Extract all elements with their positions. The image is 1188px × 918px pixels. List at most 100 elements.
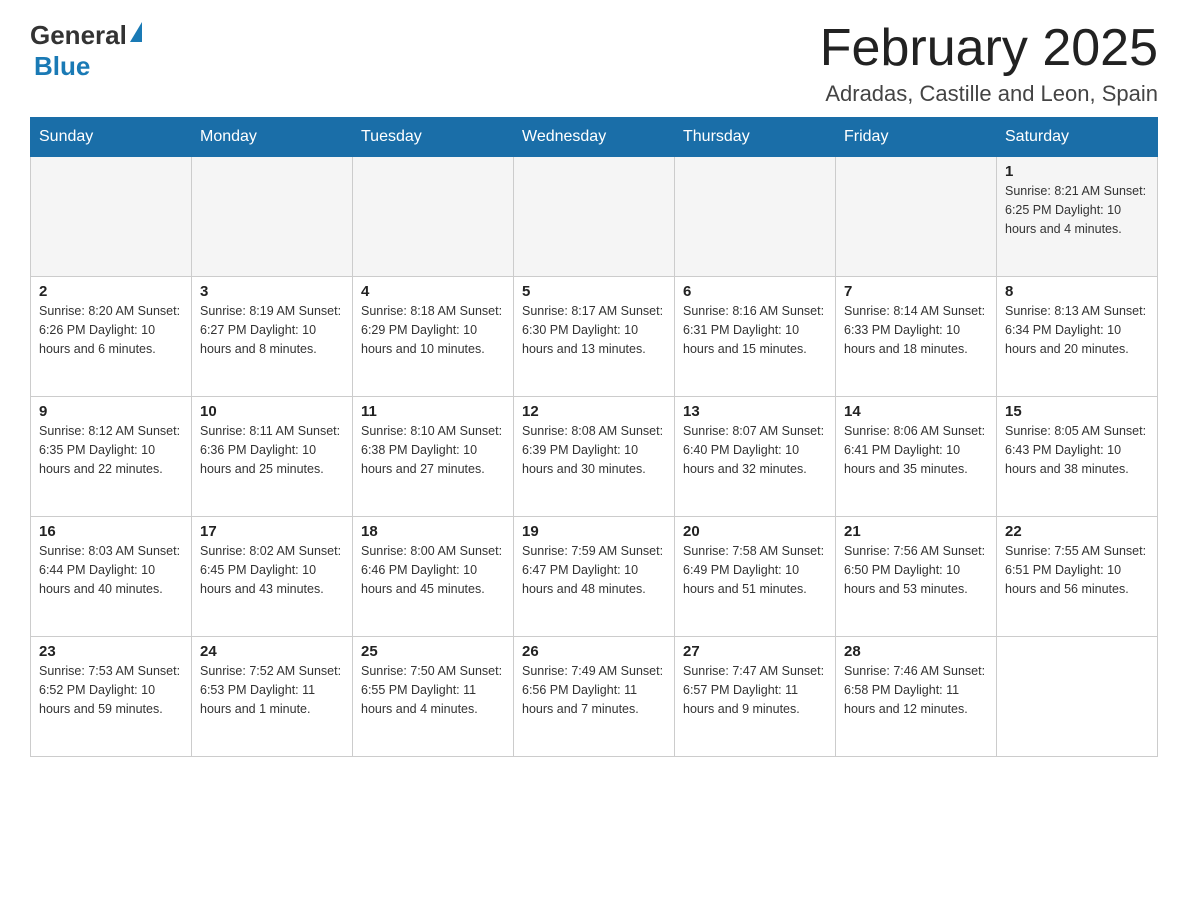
calendar-cell: 12Sunrise: 8:08 AM Sunset: 6:39 PM Dayli… (514, 397, 675, 517)
day-info: Sunrise: 8:12 AM Sunset: 6:35 PM Dayligh… (39, 422, 183, 478)
calendar-cell: 22 Sunrise: 7:55 AM Sunset: 6:51 PM Dayli… (997, 517, 1158, 637)
day-info: Sunrise: 7:59 AM Sunset: 6:47 PM Dayligh… (522, 542, 666, 598)
day-info: Sunrise: 7:56 AM Sunset: 6:50 PM Dayligh… (844, 542, 988, 598)
day-number: 13 (683, 403, 827, 420)
day-info: Sunrise: 8:17 AM Sunset: 6:30 PM Dayligh… (522, 302, 666, 358)
day-number: 7 (844, 283, 988, 300)
calendar-cell (997, 637, 1158, 757)
calendar-cell: 7 Sunrise: 8:14 AM Sunset: 6:33 PM Daylig… (836, 277, 997, 397)
calendar-cell (353, 157, 514, 277)
day-info: Sunrise: 8:13 AM Sunset: 6:34 PM Dayligh… (1005, 302, 1149, 358)
weekday-header-sunday: Sunday (31, 118, 192, 157)
calendar-cell: 28 Sunrise: 7:46 AM Sunset: 6:58 PM Dayli… (836, 637, 997, 757)
day-info: Sunrise: 8:08 AM Sunset: 6:39 PM Dayligh… (522, 422, 666, 478)
weekday-header-friday: Friday (836, 118, 997, 157)
page-header: General Blue February 2025 Adradas, Cast… (30, 20, 1158, 107)
day-info: Sunrise: 8:14 AM Sunset: 6:33 PM Dayligh… (844, 302, 988, 358)
day-number: 10 (200, 403, 344, 420)
calendar-cell: 1 Sunrise: 8:21 AM Sunset: 6:25 PM Daylig… (997, 157, 1158, 277)
day-info: Sunrise: 7:47 AM Sunset: 6:57 PM Dayligh… (683, 662, 827, 718)
day-number: 17 (200, 523, 344, 540)
calendar-cell (192, 157, 353, 277)
day-info: Sunrise: 8:05 AM Sunset: 6:43 PM Dayligh… (1005, 422, 1149, 478)
day-info: Sunrise: 7:55 AM Sunset: 6:51 PM Dayligh… (1005, 542, 1149, 598)
page-subtitle: Adradas, Castille and Leon, Spain (820, 81, 1158, 107)
day-number: 1 (1005, 163, 1149, 180)
day-info: Sunrise: 8:00 AM Sunset: 6:46 PM Dayligh… (361, 542, 505, 598)
calendar-cell: 20 Sunrise: 7:58 AM Sunset: 6:49 PM Dayli… (675, 517, 836, 637)
day-number: 19 (522, 523, 666, 540)
calendar-cell (31, 157, 192, 277)
calendar-cell: 27Sunrise: 7:47 AM Sunset: 6:57 PM Dayli… (675, 637, 836, 757)
day-number: 21 (844, 523, 988, 540)
calendar-cell: 19 Sunrise: 7:59 AM Sunset: 6:47 PM Dayli… (514, 517, 675, 637)
calendar-cell: 2Sunrise: 8:20 AM Sunset: 6:26 PM Daylig… (31, 277, 192, 397)
weekday-header-saturday: Saturday (997, 118, 1158, 157)
calendar-cell: 8 Sunrise: 8:13 AM Sunset: 6:34 PM Daylig… (997, 277, 1158, 397)
calendar-cell: 17 Sunrise: 8:02 AM Sunset: 6:45 PM Dayli… (192, 517, 353, 637)
calendar-cell: 11 Sunrise: 8:10 AM Sunset: 6:38 PM Dayli… (353, 397, 514, 517)
day-info: Sunrise: 8:21 AM Sunset: 6:25 PM Dayligh… (1005, 182, 1149, 238)
calendar-cell: 26 Sunrise: 7:49 AM Sunset: 6:56 PM Dayli… (514, 637, 675, 757)
day-number: 16 (39, 523, 183, 540)
day-number: 11 (361, 403, 505, 420)
calendar-cell: 16 Sunrise: 8:03 AM Sunset: 6:44 PM Dayli… (31, 517, 192, 637)
calendar-cell (675, 157, 836, 277)
calendar-cell: 14Sunrise: 8:06 AM Sunset: 6:41 PM Dayli… (836, 397, 997, 517)
day-number: 15 (1005, 403, 1149, 420)
title-block: February 2025 Adradas, Castille and Leon… (820, 20, 1158, 107)
calendar-cell (836, 157, 997, 277)
day-info: Sunrise: 8:10 AM Sunset: 6:38 PM Dayligh… (361, 422, 505, 478)
calendar-cell: 4Sunrise: 8:18 AM Sunset: 6:29 PM Daylig… (353, 277, 514, 397)
week-row-5: 23Sunrise: 7:53 AM Sunset: 6:52 PM Dayli… (31, 637, 1158, 757)
day-number: 8 (1005, 283, 1149, 300)
day-info: Sunrise: 7:58 AM Sunset: 6:49 PM Dayligh… (683, 542, 827, 598)
day-info: Sunrise: 8:07 AM Sunset: 6:40 PM Dayligh… (683, 422, 827, 478)
logo: General Blue (30, 20, 142, 82)
day-info: Sunrise: 8:06 AM Sunset: 6:41 PM Dayligh… (844, 422, 988, 478)
weekday-header-tuesday: Tuesday (353, 118, 514, 157)
day-info: Sunrise: 7:50 AM Sunset: 6:55 PM Dayligh… (361, 662, 505, 718)
weekday-header-thursday: Thursday (675, 118, 836, 157)
calendar-cell: 15 Sunrise: 8:05 AM Sunset: 6:43 PM Dayli… (997, 397, 1158, 517)
day-number: 6 (683, 283, 827, 300)
calendar-cell: 13 Sunrise: 8:07 AM Sunset: 6:40 PM Dayli… (675, 397, 836, 517)
day-number: 20 (683, 523, 827, 540)
logo-triangle-icon (130, 22, 142, 42)
weekday-header-monday: Monday (192, 118, 353, 157)
week-row-4: 16 Sunrise: 8:03 AM Sunset: 6:44 PM Dayli… (31, 517, 1158, 637)
day-number: 26 (522, 643, 666, 660)
logo-blue: Blue (34, 51, 90, 82)
day-number: 9 (39, 403, 183, 420)
calendar-cell: 23Sunrise: 7:53 AM Sunset: 6:52 PM Dayli… (31, 637, 192, 757)
day-number: 5 (522, 283, 666, 300)
day-info: Sunrise: 8:03 AM Sunset: 6:44 PM Dayligh… (39, 542, 183, 598)
week-row-3: 9 Sunrise: 8:12 AM Sunset: 6:35 PM Daylig… (31, 397, 1158, 517)
day-number: 22 (1005, 523, 1149, 540)
calendar-cell: 9 Sunrise: 8:12 AM Sunset: 6:35 PM Daylig… (31, 397, 192, 517)
logo-general: General (30, 20, 127, 51)
weekday-header-wednesday: Wednesday (514, 118, 675, 157)
calendar-cell: 10 Sunrise: 8:11 AM Sunset: 6:36 PM Dayli… (192, 397, 353, 517)
day-info: Sunrise: 8:02 AM Sunset: 6:45 PM Dayligh… (200, 542, 344, 598)
day-number: 28 (844, 643, 988, 660)
day-info: Sunrise: 7:49 AM Sunset: 6:56 PM Dayligh… (522, 662, 666, 718)
calendar-cell: 24 Sunrise: 7:52 AM Sunset: 6:53 PM Dayli… (192, 637, 353, 757)
day-info: Sunrise: 8:16 AM Sunset: 6:31 PM Dayligh… (683, 302, 827, 358)
day-info: Sunrise: 7:52 AM Sunset: 6:53 PM Dayligh… (200, 662, 344, 718)
calendar-cell (514, 157, 675, 277)
calendar-cell: 25Sunrise: 7:50 AM Sunset: 6:55 PM Dayli… (353, 637, 514, 757)
calendar-header-row: SundayMondayTuesdayWednesdayThursdayFrid… (31, 118, 1158, 157)
week-row-2: 2Sunrise: 8:20 AM Sunset: 6:26 PM Daylig… (31, 277, 1158, 397)
day-number: 18 (361, 523, 505, 540)
calendar-cell: 5 Sunrise: 8:17 AM Sunset: 6:30 PM Daylig… (514, 277, 675, 397)
calendar-cell: 6 Sunrise: 8:16 AM Sunset: 6:31 PM Daylig… (675, 277, 836, 397)
calendar-cell: 18 Sunrise: 8:00 AM Sunset: 6:46 PM Dayli… (353, 517, 514, 637)
day-info: Sunrise: 7:46 AM Sunset: 6:58 PM Dayligh… (844, 662, 988, 718)
page-title: February 2025 (820, 20, 1158, 77)
day-number: 24 (200, 643, 344, 660)
calendar-table: SundayMondayTuesdayWednesdayThursdayFrid… (30, 117, 1158, 757)
day-info: Sunrise: 8:11 AM Sunset: 6:36 PM Dayligh… (200, 422, 344, 478)
day-number: 23 (39, 643, 183, 660)
day-info: Sunrise: 8:19 AM Sunset: 6:27 PM Dayligh… (200, 302, 344, 358)
